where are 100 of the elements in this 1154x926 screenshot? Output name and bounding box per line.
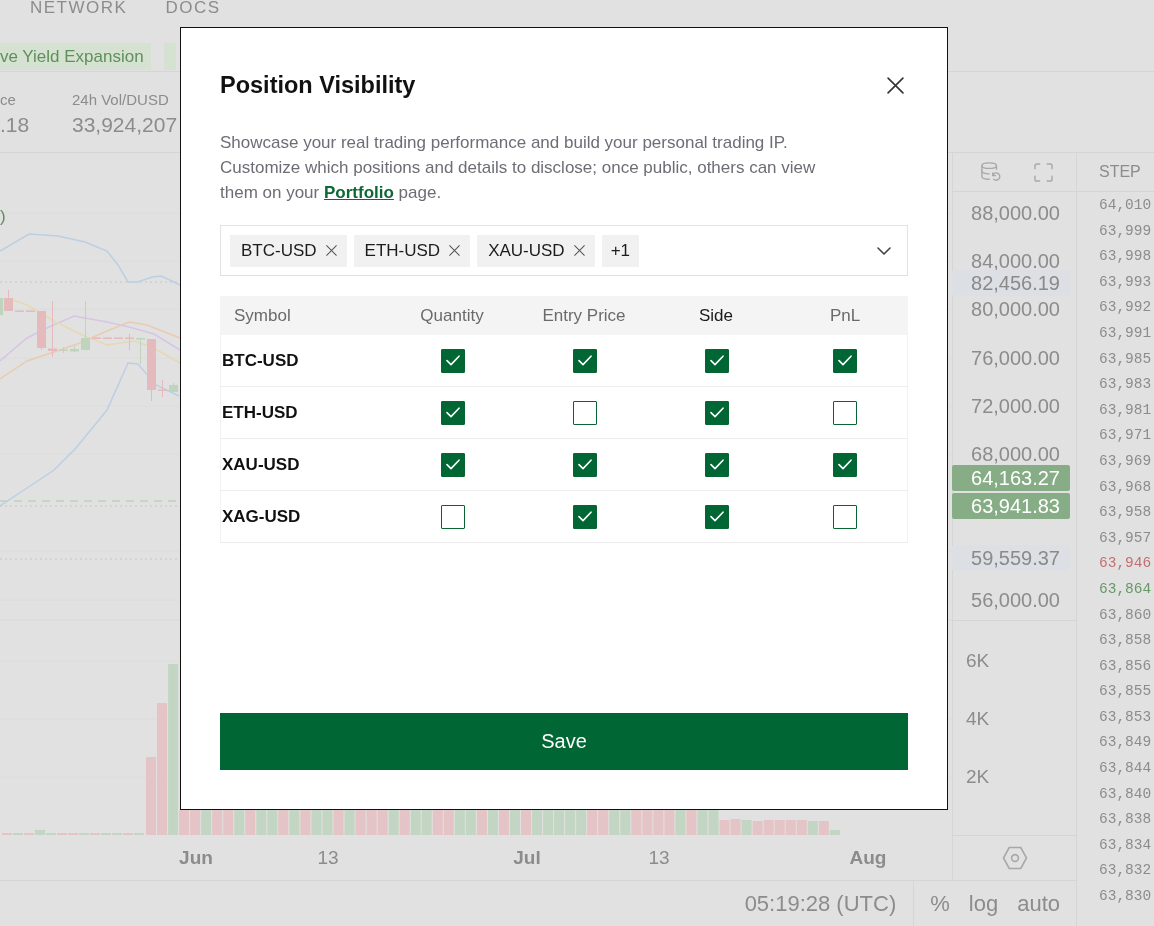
day-label: 13 [317, 847, 339, 869]
order-price: 63,946 [1098, 554, 1152, 574]
announcement-tag[interactable]: ve Yield Expansion [0, 43, 151, 70]
checkbox[interactable] [441, 452, 465, 477]
volume-bar [454, 810, 465, 835]
volume-bar [245, 810, 256, 835]
checkmark-icon [446, 459, 460, 470]
volume-bar [653, 810, 664, 835]
scale-toggle[interactable]: % [930, 890, 950, 917]
volume-bar [366, 810, 377, 835]
order-price: 64,010 [1098, 196, 1152, 215]
volume-bar [620, 810, 631, 835]
column-header: PnL [828, 305, 862, 326]
stat-label: 24h Vol/DUSD [72, 91, 169, 109]
checkbox[interactable] [441, 504, 465, 529]
volume-bar [576, 810, 587, 835]
volume-bar [565, 810, 576, 835]
price-marker: 82,456.19 [952, 270, 1070, 296]
remove-icon[interactable] [325, 245, 337, 256]
stat-value: .18 [0, 112, 30, 138]
chip-label: ETH-USD [364, 240, 441, 261]
price-marker: 64,163.27 [952, 465, 1070, 491]
symbol-select[interactable]: BTC-USD ETH-USD XAU-USD +1 [220, 225, 908, 276]
checkbox[interactable] [573, 400, 597, 425]
volume-bar [763, 820, 774, 835]
order-price: 63,849 [1098, 733, 1152, 753]
volume-bar [333, 810, 344, 835]
volume-bar [796, 820, 807, 835]
volume-bar [752, 821, 763, 835]
remove-icon[interactable] [573, 245, 585, 256]
volume-bar [521, 810, 531, 835]
column-header: Entry Price [541, 305, 627, 326]
checkbox[interactable] [705, 348, 729, 373]
scale-toggle[interactable]: log [968, 890, 999, 917]
checkbox[interactable] [833, 400, 857, 425]
price-tick-label: 72,000.00 [971, 396, 1060, 416]
candle [169, 382, 178, 393]
volume-bar [774, 820, 785, 835]
day-label: 13 [648, 847, 670, 869]
volume-bar [267, 810, 278, 835]
candle [26, 310, 35, 313]
checkbox[interactable] [441, 348, 465, 373]
volume-tick-label: 2K [966, 765, 990, 789]
volume-bar [278, 810, 289, 835]
month-label: Jun [179, 847, 213, 869]
checkbox[interactable] [705, 504, 729, 529]
checkmark-icon [578, 511, 592, 522]
checkmark-icon [446, 407, 460, 418]
volume-bar [510, 810, 520, 835]
close-button[interactable] [886, 76, 904, 94]
volume-bar [377, 810, 388, 835]
price-tick-label: 68,000.00 [971, 444, 1060, 464]
order-price: 63,864 [1098, 579, 1152, 599]
order-price: 63,983 [1098, 375, 1152, 395]
volume-bar [487, 810, 498, 835]
order-price: 63,993 [1098, 272, 1152, 292]
checkmark-icon [710, 355, 724, 366]
checkbox[interactable] [833, 504, 857, 529]
volume-bar [432, 810, 443, 835]
symbol-name: XAG-USD [221, 506, 301, 527]
volume-bar [190, 810, 201, 835]
portfolio-link[interactable]: Portfolio [323, 183, 394, 202]
volume-bar [322, 810, 333, 835]
price-tick-label: 76,000.00 [971, 348, 1060, 368]
save-button[interactable]: Save [220, 713, 908, 770]
nav-link[interactable]: DOCS [165, 0, 221, 16]
checkbox[interactable] [573, 348, 597, 373]
candle [114, 337, 123, 340]
volume-bar [598, 810, 609, 835]
candle [15, 310, 24, 313]
checkbox[interactable] [705, 400, 729, 425]
column-header: STEP [1099, 163, 1141, 181]
candle [92, 337, 101, 340]
checkbox[interactable] [573, 452, 597, 477]
chip-label: XAU-USD [488, 240, 565, 261]
checkbox[interactable] [573, 504, 597, 529]
volume-bar [675, 810, 686, 835]
more-count[interactable]: +1 [601, 234, 640, 267]
checkmark-icon [838, 355, 852, 366]
candle [37, 310, 46, 351]
order-price: 63,981 [1098, 400, 1152, 420]
candle [81, 300, 90, 351]
volume-bar [421, 810, 432, 835]
price-marker: 63,941.83 [952, 493, 1070, 519]
checkbox[interactable] [441, 400, 465, 425]
order-price: 63,968 [1098, 477, 1152, 497]
order-price: 63,832 [1098, 861, 1152, 881]
order-price: 63,840 [1098, 784, 1152, 804]
price-tick-label: 56,000.00 [971, 590, 1060, 610]
remove-icon[interactable] [449, 245, 461, 256]
checkbox[interactable] [833, 452, 857, 477]
nav-link[interactable]: NETWORK [30, 0, 128, 16]
scale-toggle[interactable]: auto [1017, 890, 1060, 917]
checkmark-icon [578, 355, 592, 366]
checkbox[interactable] [705, 452, 729, 477]
volume-bar [664, 810, 675, 835]
candle [59, 346, 68, 354]
checkbox[interactable] [833, 348, 857, 373]
candle [147, 338, 156, 402]
candle [48, 300, 57, 358]
